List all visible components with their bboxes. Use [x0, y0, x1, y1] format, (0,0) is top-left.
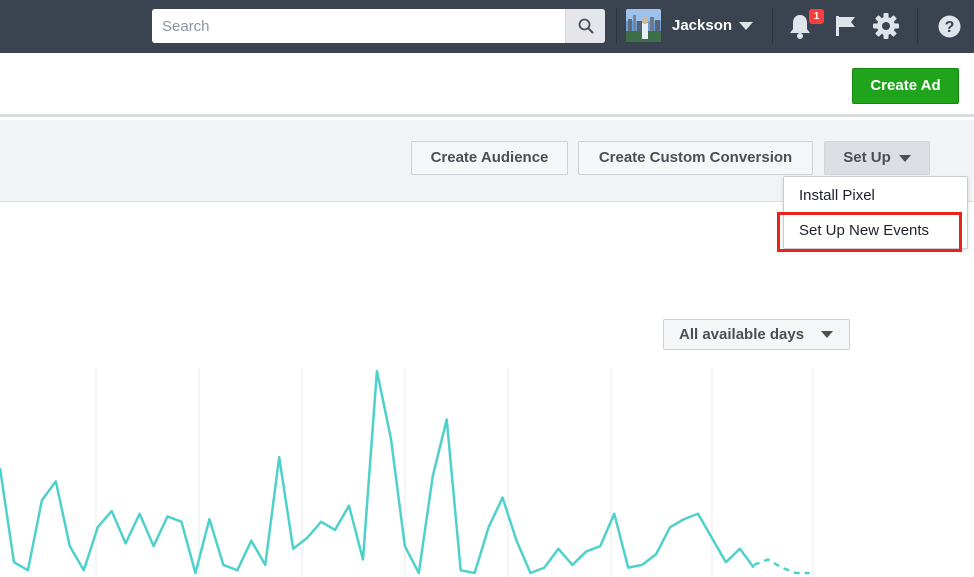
- svg-text:?: ?: [945, 19, 955, 36]
- top-navigation-bar: Jackson 1 ?: [0, 0, 974, 53]
- flag-icon[interactable]: [835, 15, 857, 37]
- series-line-projected: [753, 558, 810, 575]
- search-box: [152, 9, 605, 43]
- series-line: [0, 369, 755, 575]
- caret-down-icon: [821, 331, 833, 338]
- create-ad-button[interactable]: Create Ad: [852, 68, 959, 104]
- search-button[interactable]: [565, 9, 605, 43]
- search-icon: [578, 18, 593, 34]
- user-name[interactable]: Jackson: [672, 16, 732, 36]
- help-icon[interactable]: ?: [938, 15, 961, 38]
- notification-badge: 1: [809, 9, 824, 24]
- topbar-divider: [917, 8, 918, 44]
- caret-down-icon: [898, 154, 911, 162]
- setup-button-label: Set Up: [843, 149, 891, 166]
- gear-icon[interactable]: [873, 13, 899, 39]
- date-range-selector[interactable]: All available days: [663, 319, 850, 350]
- topbar-divider: [616, 8, 617, 44]
- topbar-divider: [772, 8, 773, 44]
- date-range-label: All available days: [679, 326, 805, 343]
- highlight-annotation: [777, 212, 962, 252]
- setup-button[interactable]: Set Up: [824, 141, 930, 175]
- menu-item-install-pixel[interactable]: Install Pixel: [799, 187, 875, 204]
- avatar[interactable]: [626, 9, 661, 42]
- activity-line-chart: [0, 368, 814, 577]
- page-header: Create Ad: [0, 53, 974, 117]
- create-custom-conversion-button[interactable]: Create Custom Conversion: [578, 141, 813, 175]
- search-input[interactable]: [152, 9, 565, 43]
- create-audience-button[interactable]: Create Audience: [411, 141, 568, 175]
- chevron-down-icon[interactable]: [739, 22, 753, 30]
